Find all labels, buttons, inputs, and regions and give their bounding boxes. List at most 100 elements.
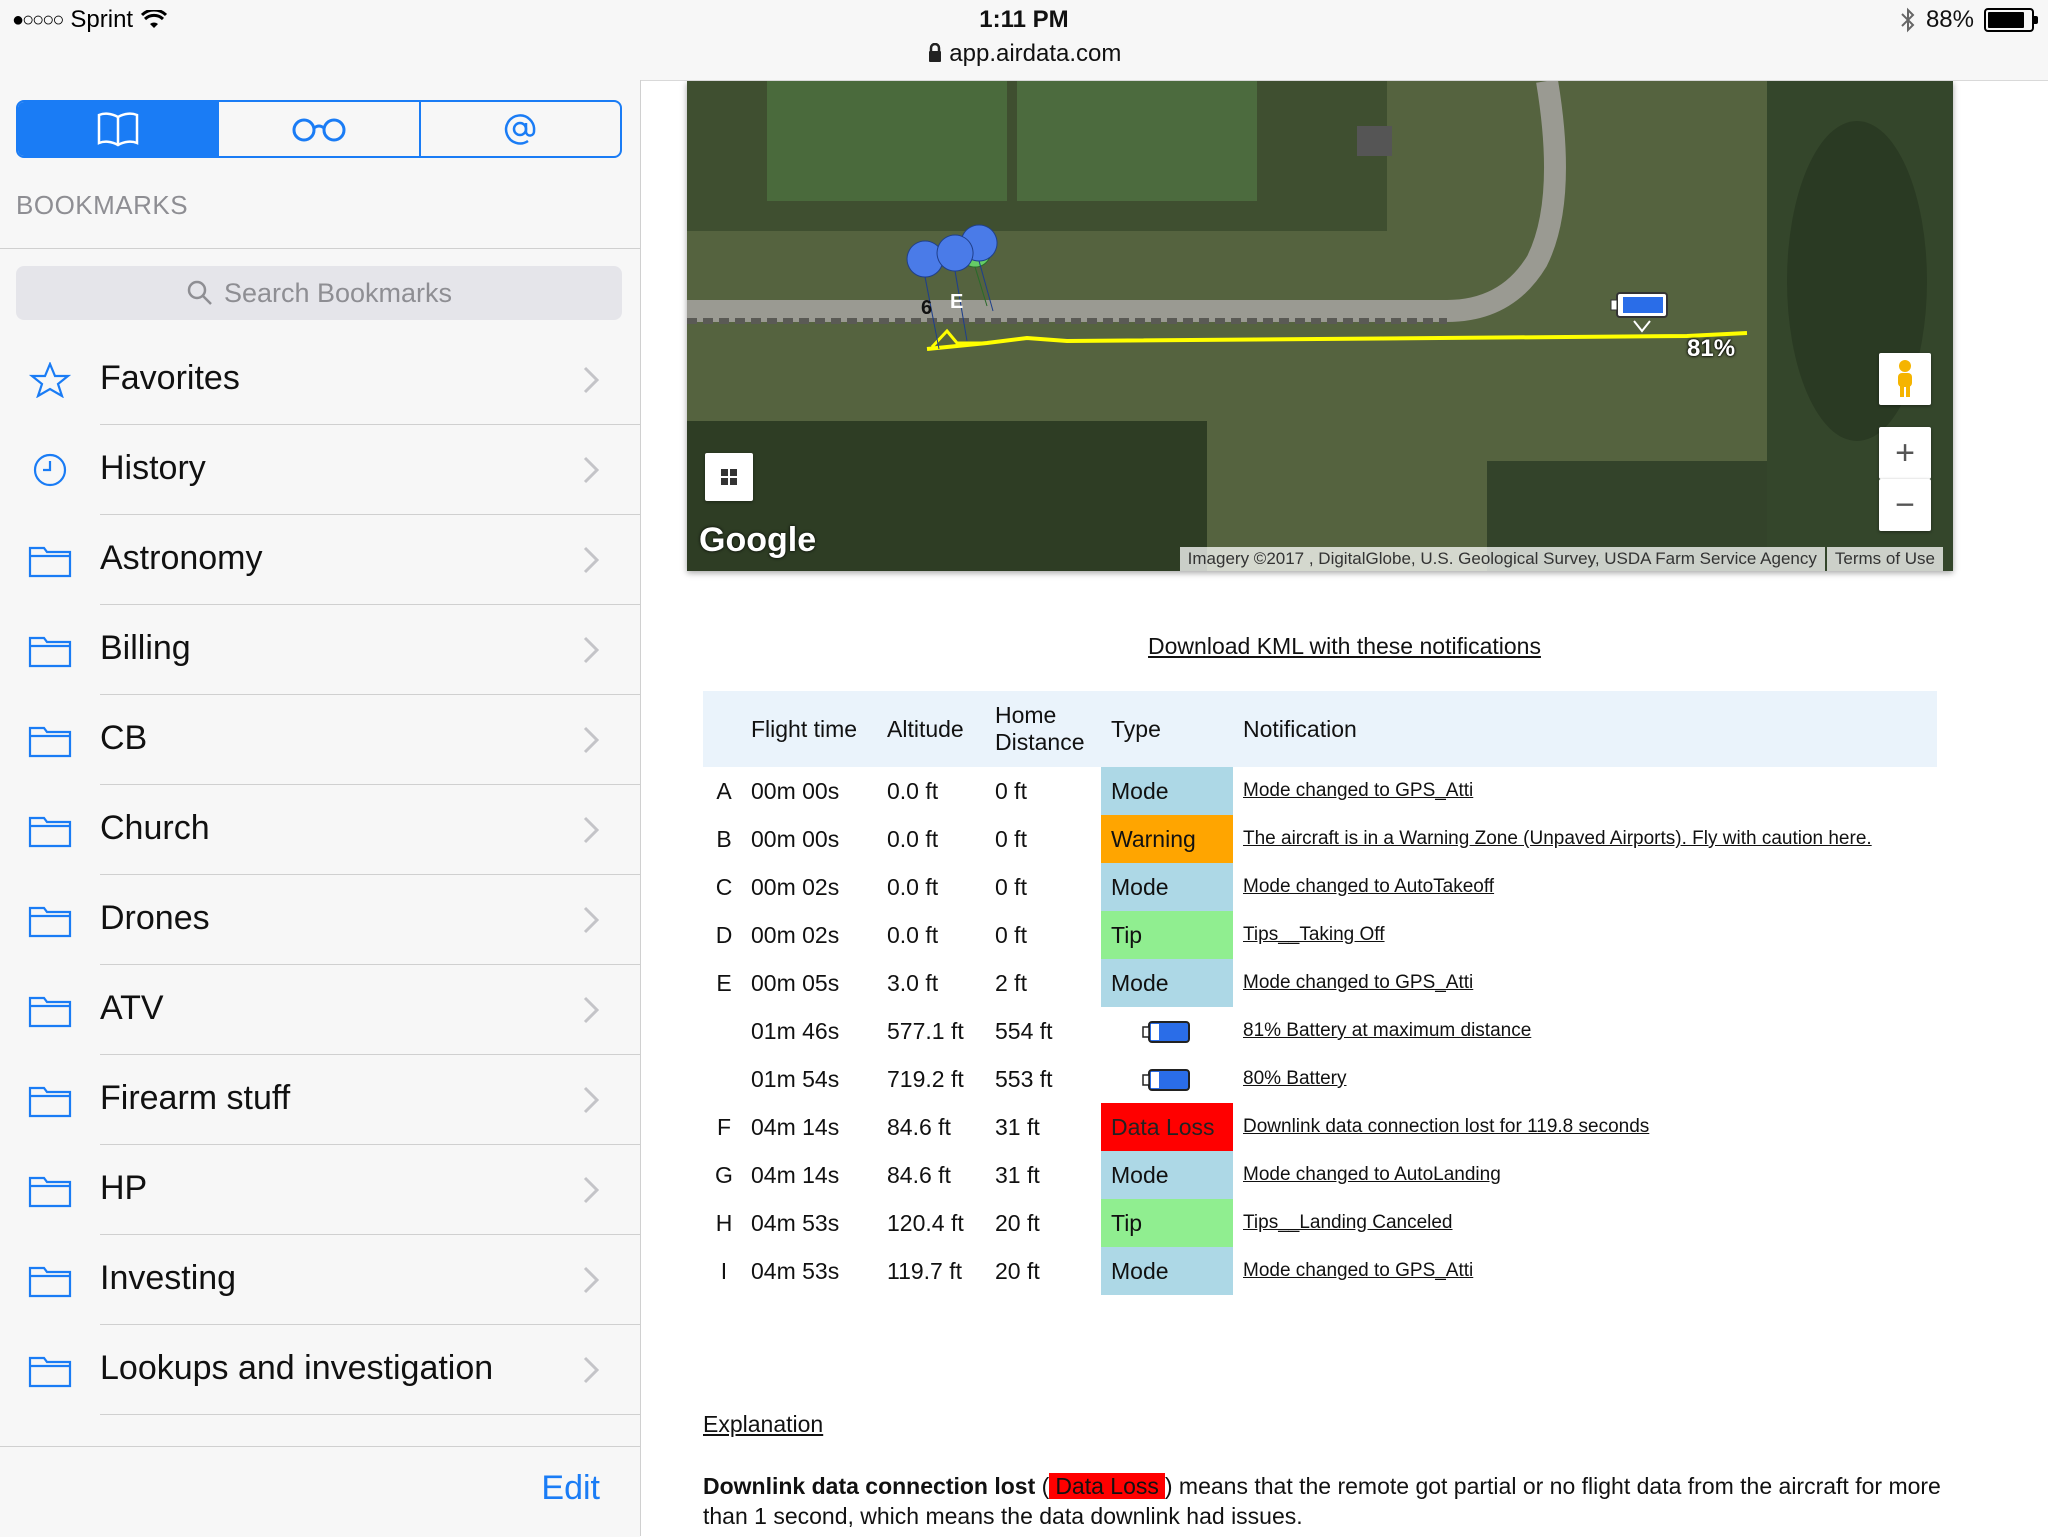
notification-link[interactable]: Mode changed to GPS_Atti bbox=[1233, 1247, 1937, 1295]
folder-icon bbox=[28, 632, 72, 668]
bookmark-list: Favorites History Astronomy Billing CB Church… bbox=[0, 335, 640, 1415]
zoom-in-button[interactable]: + bbox=[1879, 427, 1931, 479]
folder-icon bbox=[28, 722, 72, 758]
notification-link[interactable]: 80% Battery bbox=[1233, 1055, 1937, 1103]
home-distance-cell: 554 ft bbox=[995, 1017, 1053, 1044]
folder-icon bbox=[28, 1082, 72, 1118]
battery-icon bbox=[1984, 8, 2038, 32]
table-row: B 00m 00s 0.0 ft 0 ft Warning The aircraft is… bbox=[703, 815, 1937, 863]
table-header-row: Flight time Altitude Home Distance Type … bbox=[703, 691, 1937, 767]
type-cell: Mode bbox=[1101, 1247, 1233, 1295]
battery-icon bbox=[1142, 1021, 1190, 1044]
bookmark-item[interactable]: Lookups and investigation bbox=[0, 1325, 640, 1415]
flight-time-cell: 04m 53s bbox=[751, 1209, 840, 1236]
type-cell: Data Loss bbox=[1101, 1103, 1233, 1151]
chevron-right-icon bbox=[582, 455, 600, 485]
row-id: G bbox=[715, 1161, 733, 1188]
row-id: A bbox=[716, 777, 732, 804]
flight-time-cell: 01m 54s bbox=[751, 1065, 840, 1092]
map-type-button[interactable] bbox=[705, 453, 753, 501]
bookmark-label: CB bbox=[100, 719, 148, 757]
search-icon bbox=[187, 280, 212, 305]
notification-link[interactable]: Mode changed to AutoTakeoff bbox=[1233, 863, 1937, 911]
folder-icon bbox=[28, 542, 72, 578]
bookmark-item[interactable]: ATV bbox=[0, 965, 640, 1055]
bookmark-item[interactable]: Favorites bbox=[0, 335, 640, 425]
notification-link[interactable]: Tips__Landing Canceled bbox=[1233, 1199, 1937, 1247]
col-id bbox=[703, 691, 745, 767]
explanation-bold: Downlink data connection lost bbox=[703, 1473, 1036, 1499]
bookmark-label: ATV bbox=[100, 989, 164, 1027]
bookmark-label: Astronomy bbox=[100, 539, 263, 577]
pegman-button[interactable] bbox=[1879, 353, 1931, 405]
notification-link[interactable]: Mode changed to GPS_Atti bbox=[1233, 767, 1937, 815]
flight-time-cell: 04m 53s bbox=[751, 1257, 840, 1284]
type-cell: Warning bbox=[1101, 815, 1233, 863]
home-distance-cell: 20 ft bbox=[995, 1209, 1040, 1236]
flight-time-cell: 00m 02s bbox=[751, 873, 840, 900]
folder-icon bbox=[28, 1262, 72, 1298]
home-distance-cell: 553 ft bbox=[995, 1065, 1053, 1092]
bookmark-label: Billing bbox=[100, 629, 191, 667]
bookmark-item[interactable]: HP bbox=[0, 1145, 640, 1235]
status-right: 88% bbox=[1900, 6, 2038, 34]
flight-time-cell: 00m 00s bbox=[751, 825, 840, 852]
table-row: H 04m 53s 120.4 ft 20 ft Tip Tips__Landing Ca… bbox=[703, 1199, 1937, 1247]
bookmark-item[interactable]: History bbox=[0, 425, 640, 515]
address-bar[interactable]: app.airdata.com bbox=[0, 40, 2048, 68]
table-row: F 04m 14s 84.6 ft 31 ft Data Loss Downlink da… bbox=[703, 1103, 1937, 1151]
data-loss-tag: Data Loss bbox=[1049, 1473, 1165, 1499]
table-row: E 00m 05s 3.0 ft 2 ft Mode Mode changed to GP… bbox=[703, 959, 1937, 1007]
clock-icon bbox=[28, 452, 72, 488]
chevron-right-icon bbox=[582, 1175, 600, 1205]
chevron-right-icon bbox=[582, 1085, 600, 1115]
url-text: app.airdata.com bbox=[949, 40, 1122, 67]
bookmark-item[interactable]: Drones bbox=[0, 875, 640, 965]
bookmark-label: Investing bbox=[100, 1259, 237, 1297]
home-distance-cell: 0 ft bbox=[995, 921, 1027, 948]
bookmark-item[interactable]: Astronomy bbox=[0, 515, 640, 605]
bookmark-item[interactable]: Billing bbox=[0, 605, 640, 695]
notification-link[interactable]: 81% Battery at maximum distance bbox=[1233, 1007, 1937, 1055]
explanation-text: Downlink data connection lost (Data Loss… bbox=[703, 1471, 1963, 1531]
altitude-cell: 577.1 ft bbox=[887, 1017, 964, 1044]
search-bookmarks-field[interactable]: Search Bookmarks bbox=[16, 266, 622, 320]
tab-shared-links[interactable] bbox=[418, 102, 620, 156]
flight-time-cell: 01m 46s bbox=[751, 1017, 840, 1044]
chevron-right-icon bbox=[582, 365, 600, 395]
tab-reading-list[interactable] bbox=[217, 102, 418, 156]
notification-link[interactable]: Downlink data connection lost for 119.8 … bbox=[1233, 1103, 1937, 1151]
battery-map-label: 81% bbox=[1687, 335, 1736, 362]
flight-time-cell: 04m 14s bbox=[751, 1113, 840, 1140]
bookmark-item[interactable]: Firearm stuff bbox=[0, 1055, 640, 1145]
flight-map[interactable]: 6 E 81% + − Google Imagery ©2017 , Digit… bbox=[687, 81, 1953, 571]
zoom-out-button[interactable]: − bbox=[1879, 479, 1931, 531]
explanation-title[interactable]: Explanation bbox=[703, 1411, 823, 1438]
notification-link[interactable]: Mode changed to AutoLanding bbox=[1233, 1151, 1937, 1199]
grid-icon bbox=[721, 469, 737, 485]
chevron-right-icon bbox=[582, 725, 600, 755]
map-attribution: Imagery ©2017 , DigitalGlobe, U.S. Geolo… bbox=[1178, 547, 1943, 571]
status-bar: ●○○○○ Sprint 1:11 PM app.airdata.com 88% bbox=[0, 0, 2048, 81]
altitude-cell: 120.4 ft bbox=[887, 1209, 964, 1236]
download-kml-link[interactable]: Download KML with these notifications bbox=[641, 633, 2048, 660]
marker-label-6: 6 bbox=[921, 297, 933, 319]
terms-of-use-link[interactable]: Terms of Use bbox=[1826, 547, 1943, 571]
col-type: Type bbox=[1101, 691, 1233, 767]
bookmark-label: Lookups and investigation bbox=[100, 1349, 494, 1387]
home-distance-cell: 0 ft bbox=[995, 873, 1027, 900]
flight-time-cell: 00m 02s bbox=[751, 921, 840, 948]
tab-bookmarks[interactable] bbox=[18, 102, 218, 156]
folder-icon bbox=[28, 992, 72, 1028]
bookmark-item[interactable]: Investing bbox=[0, 1235, 640, 1325]
edit-button[interactable]: Edit bbox=[541, 1469, 600, 1508]
notification-link[interactable]: Mode changed to GPS_Atti bbox=[1233, 959, 1937, 1007]
table-row: I 04m 53s 119.7 ft 20 ft Mode Mode changed to… bbox=[703, 1247, 1937, 1295]
at-sign-icon bbox=[505, 114, 536, 145]
notification-link[interactable]: The aircraft is in a Warning Zone (Unpav… bbox=[1233, 815, 1937, 863]
pegman-icon bbox=[1898, 360, 1912, 397]
bookmark-item[interactable]: Church bbox=[0, 785, 640, 875]
notification-link[interactable]: Tips__Taking Off bbox=[1233, 911, 1937, 959]
bookmark-item[interactable]: CB bbox=[0, 695, 640, 785]
altitude-cell: 719.2 ft bbox=[887, 1065, 964, 1092]
